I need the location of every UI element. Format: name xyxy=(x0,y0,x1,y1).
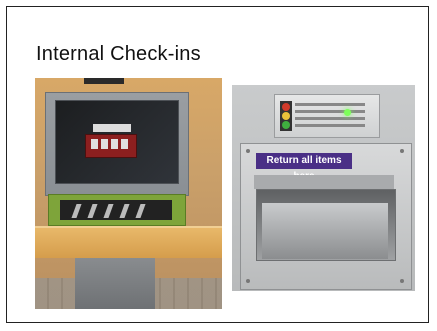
screw-icon xyxy=(246,149,250,153)
return-chute xyxy=(262,203,388,259)
return-label: Return all items here xyxy=(256,153,352,182)
kiosk-photo xyxy=(35,78,222,309)
kiosk-card-slot xyxy=(93,124,131,132)
slot-lip xyxy=(254,175,394,189)
kiosk-tray xyxy=(60,200,172,220)
return-slot-photo: Return all items here xyxy=(232,85,415,291)
traffic-light-plate xyxy=(274,94,380,138)
kiosk-keypad xyxy=(85,134,137,158)
screw-icon xyxy=(400,279,404,283)
slide: Internal Check-ins Return all items xyxy=(6,6,429,323)
screw-icon xyxy=(246,279,250,283)
kiosk-wood-shelf xyxy=(35,226,222,258)
kiosk-top-sign xyxy=(84,78,124,84)
screw-icon xyxy=(400,149,404,153)
slide-title: Internal Check-ins xyxy=(36,43,201,65)
status-led xyxy=(344,109,351,116)
traffic-light-icon xyxy=(280,101,292,131)
instruction-lines xyxy=(295,99,365,131)
kiosk-stand xyxy=(75,256,155,309)
